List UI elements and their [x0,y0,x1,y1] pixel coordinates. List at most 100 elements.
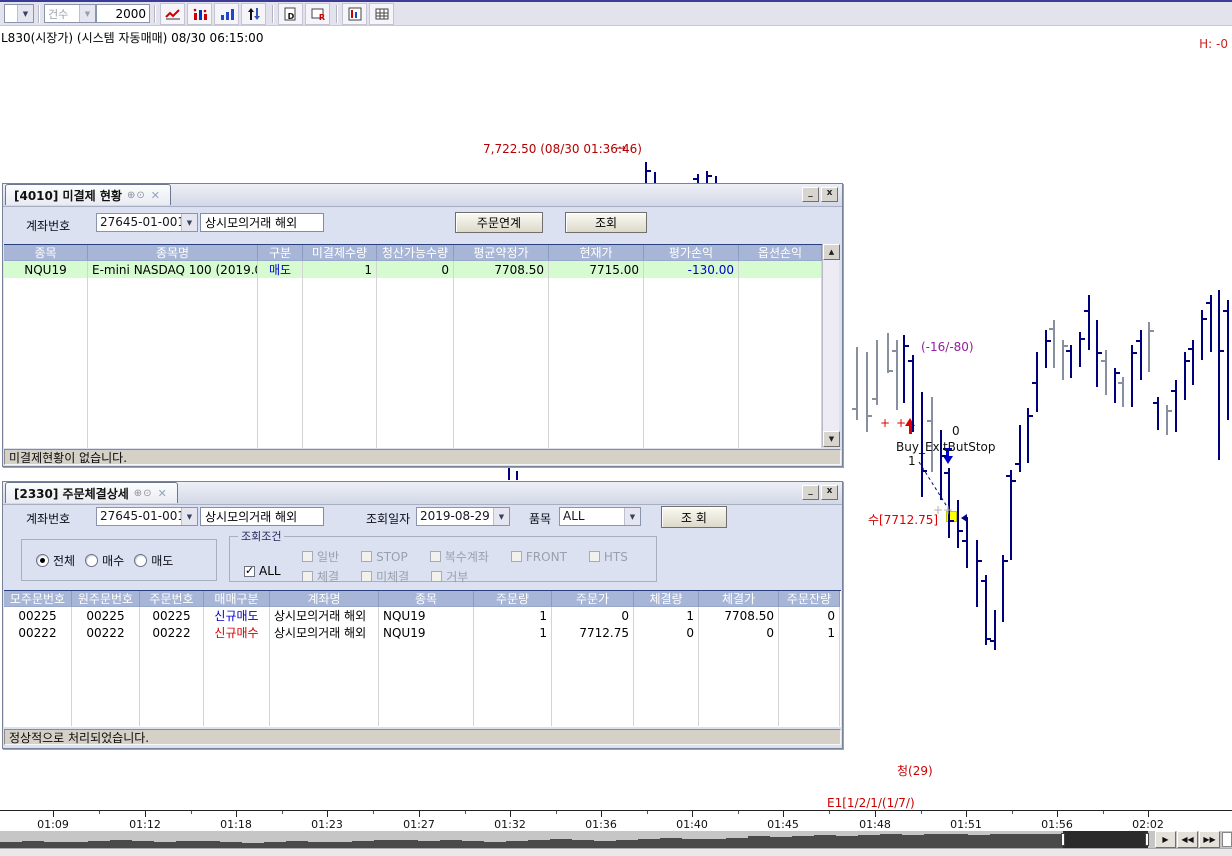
all-checkbox[interactable]: ALL [244,564,281,578]
vertical-scrollbar[interactable]: ▲ ▼ [822,244,839,447]
account-name-field[interactable]: 상시모의거래 해외 [200,213,324,232]
order-link-button[interactable]: 주문연계 [455,212,543,233]
open-tick [981,580,985,582]
scroll-right-icon[interactable]: ▶ [1155,831,1176,848]
column-header[interactable]: 구분 [258,245,303,261]
ohlc-bar [1002,555,1004,622]
pin-icons[interactable]: ⊕⊙ [127,190,146,201]
fast-rewind-icon[interactable]: ◀◀ [1177,831,1198,848]
product-combo[interactable]: ALL ▼ [559,507,641,526]
chevron-down-icon[interactable]: ▼ [181,508,197,525]
column-header[interactable]: 체결량 [634,591,699,607]
table-empty-row [4,709,841,726]
checkbox-label: HTS [604,550,628,564]
axis-tick [510,811,511,817]
table-cell: 1 [779,624,840,641]
scroll-up-icon[interactable]: ▲ [823,244,840,260]
column-header[interactable]: 종목 [4,245,88,261]
table-cell: 00222 [140,624,204,641]
column-header[interactable]: 체결가 [699,591,779,607]
account-name-field[interactable]: 상시모의거래 해외 [200,507,324,526]
column-header[interactable]: 평균약정가 [454,245,549,261]
window-2330-titlebar[interactable]: [2330] 주문체결상세 ⊕⊙ ✕ _ x [3,482,842,505]
minimize-button[interactable]: _ [802,485,819,500]
account-number-label: 계좌번호 [26,510,70,527]
table-row[interactable]: NQU19E-mini NASDAQ 100 (2019.0매도107708.5… [4,261,822,278]
account-number-combo[interactable]: 27645-01-001 ▼ [96,213,198,232]
close-tick [1081,338,1085,340]
column-header[interactable]: 모주문번호 [4,591,72,607]
column-header[interactable]: 매매구분 [204,591,270,607]
filter-checkbox[interactable]: FRONT [511,548,567,565]
column-header[interactable]: 종목 [379,591,474,607]
column-header[interactable]: 주문번호 [140,591,204,607]
axis-tick [692,811,693,817]
table-empty-row [4,329,822,346]
column-header[interactable]: 계좌명 [270,591,379,607]
tab-close-icon[interactable]: ✕ [151,189,160,202]
window-4010-titlebar[interactable]: [4010] 미결제 현황 ⊕⊙ ✕ _ x [3,184,842,207]
account-number-combo[interactable]: 27645-01-001 ▼ [96,507,198,526]
side-radio-1[interactable]: 매수 [85,552,124,569]
minimap-bar [902,835,924,848]
column-header[interactable]: 평가손익 [644,245,739,261]
chevron-down-icon[interactable]: ▼ [624,508,640,525]
table-cell [88,380,258,397]
table-row[interactable]: 002220022200222신규매수상시모의거래 해외NQU1917712.7… [4,624,841,641]
axis-minor-tick [1103,811,1104,814]
side-radio-0[interactable]: 전체 [36,552,75,569]
minimize-button[interactable]: _ [802,187,819,202]
inquiry-button[interactable]: 조 회 [661,506,727,528]
fast-forward-icon[interactable]: ▶▶ [1199,831,1220,848]
ohlc-bar [1140,330,1142,380]
tab-close-icon[interactable]: ✕ [158,487,167,500]
close-button[interactable]: x [821,187,838,202]
chevron-down-icon[interactable]: ▼ [181,214,197,231]
minimap-selected-range[interactable] [1063,831,1148,848]
column-header[interactable]: 미결제수량 [303,245,377,261]
table-row[interactable]: 002250022500225신규매도상시모의거래 해외NQU191017708… [4,607,841,624]
table-cell: 00225 [4,607,72,624]
column-header[interactable]: 청산가능수량 [377,245,454,261]
filter-checkbox[interactable]: 복수계좌 [430,548,489,565]
table-cell [88,414,258,431]
window-2330-title-tab[interactable]: [2330] 주문체결상세 ⊕⊙ ✕ [5,482,178,503]
filter-checkbox[interactable]: 거부 [431,568,468,585]
range-left-handle[interactable] [1061,833,1065,846]
inquiry-button[interactable]: 조회 [565,212,647,233]
close-tick [923,470,927,472]
minimap-bar [396,840,418,848]
table-cell: 00222 [72,624,140,641]
open-tick [1136,340,1140,342]
column-header[interactable]: 종목명 [88,245,258,261]
column-header[interactable]: 원주문번호 [72,591,140,607]
chart-annotation: (-16/-80) [921,340,974,354]
filter-checkbox[interactable]: 미체결 [361,568,409,585]
side-radio-2[interactable]: 매도 [134,552,173,569]
table-cell [303,295,377,312]
pin-icons[interactable]: ⊕⊙ [134,488,153,499]
scroll-down-icon[interactable]: ▼ [823,431,840,447]
filter-checkbox[interactable]: HTS [589,548,628,565]
table-cell [454,397,549,414]
column-header[interactable]: 옵션손익 [739,245,822,261]
table-cell [204,692,270,709]
inquiry-date-combo[interactable]: 2019-08-29 ▼ [416,507,510,526]
column-header[interactable]: 주문잔량 [779,591,840,607]
filter-checkbox[interactable]: STOP [361,548,408,565]
ohlc-bar [1210,295,1212,352]
column-header[interactable]: 주문가 [552,591,634,607]
table-cell [88,312,258,329]
column-header[interactable]: 주문량 [474,591,552,607]
column-header[interactable]: 현재가 [549,245,644,261]
filter-checkbox[interactable]: 체결 [302,568,339,585]
table-cell [644,431,739,448]
table-cell [258,431,303,448]
chart-minimap-scrollbar[interactable]: ▶ ◀◀ ▶▶ [0,831,1232,848]
window-4010-title-tab[interactable]: [4010] 미결제 현황 ⊕⊙ ✕ [5,184,171,205]
close-button[interactable]: x [821,485,838,500]
range-right-handle[interactable] [1145,833,1149,846]
chevron-down-icon[interactable]: ▼ [493,508,509,525]
close-tick [868,415,872,417]
filter-checkbox[interactable]: 일반 [302,548,339,565]
